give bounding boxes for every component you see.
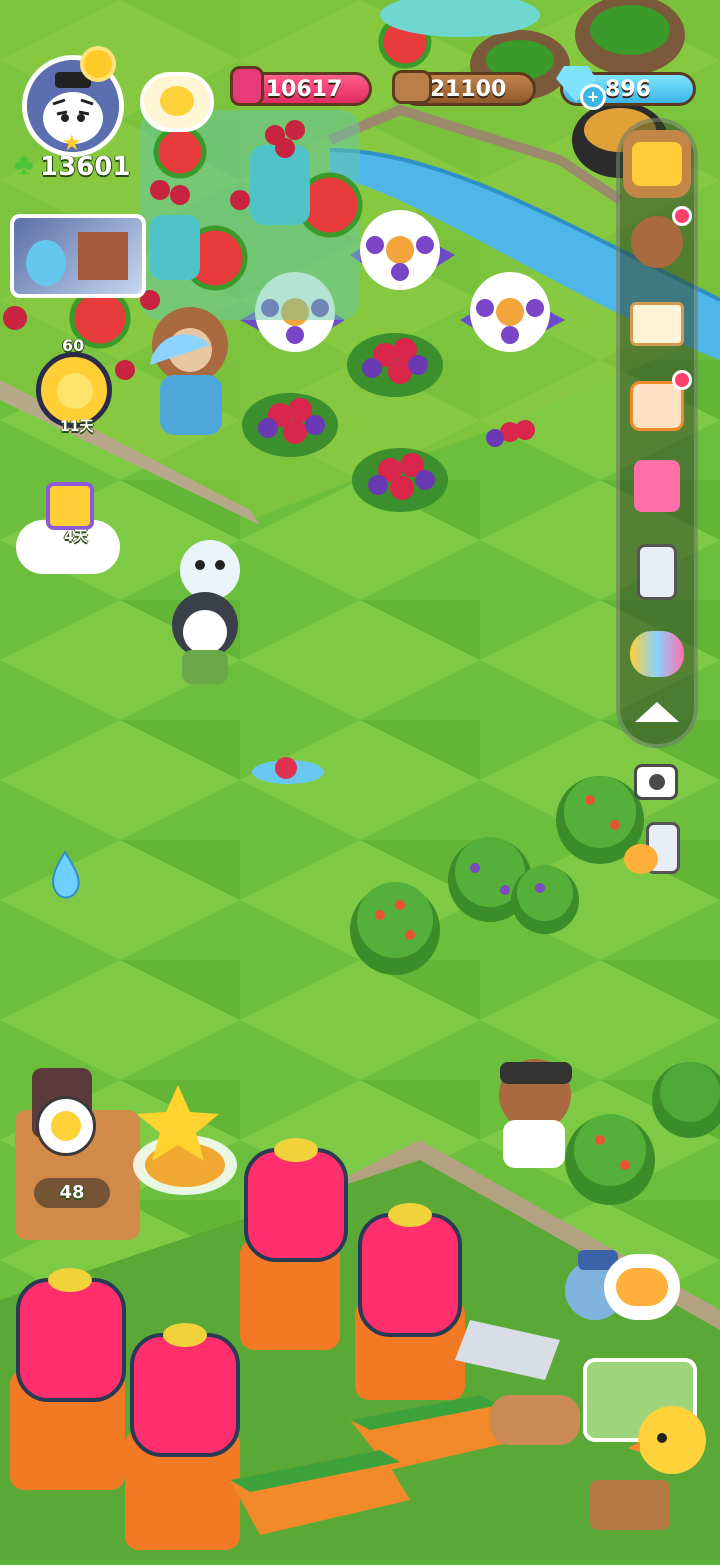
gift-box-icon <box>46 482 94 530</box>
gift-days: 4天 <box>64 529 88 545</box>
workbench-build-button[interactable] <box>36 1096 96 1156</box>
add-diamond-button[interactable]: + <box>580 84 606 110</box>
event-thumbnail[interactable] <box>10 214 146 298</box>
phone-swap-button[interactable] <box>624 822 690 882</box>
collapse-arrow-icon <box>635 702 679 722</box>
cards-icon <box>634 460 680 512</box>
news-icon <box>630 302 684 346</box>
chicks-bubble-button[interactable] <box>604 1254 680 1320</box>
clover-icon: ♣ <box>14 148 34 181</box>
camera-button[interactable] <box>634 764 678 800</box>
duck-tools-icon <box>51 1111 81 1141</box>
player-level-value: 13601 <box>40 152 131 182</box>
snowman-icon <box>26 240 66 286</box>
shop-stall-button[interactable] <box>623 130 691 198</box>
news-button[interactable] <box>623 290 691 358</box>
collapse-menu-button[interactable] <box>623 678 691 746</box>
wood-amount: 21100 <box>429 76 507 102</box>
chick-badge-days: 11天 <box>60 419 94 435</box>
camera-icon <box>649 774 665 790</box>
house-icon <box>78 232 128 280</box>
bear-friends-notification-dot <box>672 206 692 226</box>
calendar-notification-dot <box>672 370 692 390</box>
workbench-count-badge: 48 <box>34 1178 110 1208</box>
chick-badge-level: 60 <box>62 336 85 355</box>
workbench-count: 48 <box>59 1182 85 1203</box>
chicks-icon <box>616 1268 668 1306</box>
gem-amount: 10617 <box>265 76 343 102</box>
wood-log-icon <box>392 70 432 104</box>
devices-icon <box>637 544 677 600</box>
jam-jar-icon <box>230 66 264 106</box>
chick-mini-icon <box>624 844 658 874</box>
chick-badge-icon <box>57 373 93 409</box>
shop-stall-icon <box>632 142 682 186</box>
chick-icon <box>160 86 194 116</box>
chat-bubble[interactable] <box>140 72 214 132</box>
weather-sun-icon <box>84 50 112 78</box>
plus-icon: + <box>587 87 599 107</box>
cards-button[interactable] <box>623 452 691 520</box>
pets-icon <box>630 631 684 677</box>
diamond-amount: 896 <box>605 76 651 102</box>
devices-button[interactable] <box>623 538 691 606</box>
